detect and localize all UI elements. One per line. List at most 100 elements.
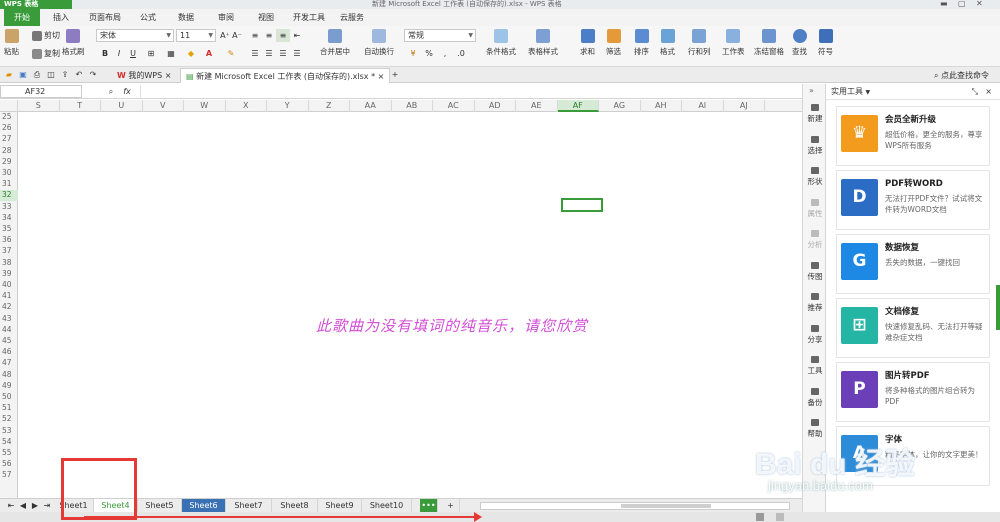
row-header-31[interactable]: 31 — [0, 179, 18, 189]
column-header-s[interactable]: S — [18, 100, 60, 112]
tab-page-layout[interactable]: 页面布局 — [84, 9, 126, 26]
column-header-af[interactable]: AF — [557, 100, 599, 112]
row-header-49[interactable]: 49 — [0, 381, 18, 391]
row-header-42[interactable]: 42 — [0, 302, 18, 312]
row-header-27[interactable]: 27 — [0, 134, 18, 144]
undo-icon[interactable]: ↶ — [72, 68, 86, 81]
find-command-link[interactable]: ⌕ 点此查找命令 — [934, 70, 989, 81]
underline-button[interactable]: U — [126, 47, 140, 60]
align-right-icon[interactable]: ☰ — [276, 47, 290, 60]
open-folder-icon[interactable]: ▰ — [2, 68, 16, 81]
conditional-format-button[interactable]: 条件格式 — [486, 29, 516, 57]
strip-item-1[interactable]: 选择 — [803, 135, 827, 156]
tab-home[interactable]: 开始 — [4, 9, 40, 26]
column-header-t[interactable]: T — [60, 100, 101, 112]
close-icon[interactable]: ✕ — [976, 0, 983, 9]
strip-item-6[interactable]: 推荐 — [803, 293, 827, 313]
column-header-z[interactable]: Z — [309, 100, 350, 112]
row-header-32[interactable]: 32 — [0, 190, 18, 201]
sheet-tab[interactable]: Sheet5 — [138, 499, 182, 513]
column-header-u[interactable]: U — [101, 100, 143, 112]
tab-my-wps[interactable]: W 我的WPS × — [112, 68, 176, 83]
row-header-44[interactable]: 44 — [0, 325, 18, 335]
row-header-33[interactable]: 33 — [0, 202, 18, 212]
select-all-corner[interactable] — [0, 100, 18, 112]
symbol-button[interactable]: 符号 — [818, 29, 833, 57]
strip-item-10[interactable]: 帮助 — [803, 419, 827, 439]
row-header-52[interactable]: 52 — [0, 414, 18, 424]
italic-button[interactable]: I — [112, 47, 126, 60]
merge-center-button[interactable]: 合并居中 — [320, 29, 350, 57]
row-header-53[interactable]: 53 — [0, 426, 18, 436]
tab-active-workbook[interactable]: ▤ 新建 Microsoft Excel 工作表 (自动保存的).xlsx * … — [180, 68, 391, 83]
print-icon[interactable]: ⎙ — [30, 68, 44, 81]
preview-icon[interactable]: ◫ — [44, 68, 58, 81]
tab-data[interactable]: 数据 — [172, 9, 200, 26]
tab-view[interactable]: 视图 — [252, 9, 280, 26]
scroll-thumb[interactable] — [621, 504, 711, 508]
tab-cloud[interactable]: 云服务 — [336, 9, 368, 26]
row-header-57[interactable]: 57 — [0, 470, 18, 480]
page-view-icon[interactable] — [776, 513, 784, 521]
sheet-tab[interactable]: Sheet6 — [182, 499, 226, 513]
column-header-aj[interactable]: AJ — [724, 100, 765, 112]
thousands-icon[interactable]: , — [438, 47, 452, 60]
align-top-icon[interactable]: ≡ — [248, 29, 262, 42]
normal-view-icon[interactable] — [756, 513, 764, 521]
find-button[interactable]: 查找 — [792, 29, 807, 57]
row-header-36[interactable]: 36 — [0, 235, 18, 245]
zoom-icon[interactable]: ⌕ — [104, 85, 118, 98]
row-header-47[interactable]: 47 — [0, 358, 18, 368]
column-header-ag[interactable]: AG — [599, 100, 641, 112]
strip-item-0[interactable]: 新建 — [803, 104, 827, 124]
format-painter-button[interactable]: 格式刷 — [62, 29, 85, 57]
strip-item-3[interactable]: 属性 — [803, 198, 827, 219]
align-bottom-icon[interactable]: ≡ — [276, 29, 290, 42]
save-icon[interactable]: ▣ — [16, 68, 30, 81]
column-header-ae[interactable]: AE — [516, 100, 558, 112]
column-header-ai[interactable]: AI — [682, 100, 724, 112]
tool-card[interactable]: ⊞ 文档修复 快速修复乱码、无法打开等疑难杂症文档 — [836, 298, 990, 358]
column-header-v[interactable]: V — [143, 100, 184, 112]
name-box[interactable]: AF32 — [0, 85, 82, 98]
rows-cols-button[interactable]: 行和列 — [688, 29, 711, 57]
paste-button[interactable]: 粘贴 — [4, 29, 19, 57]
row-header-56[interactable]: 56 — [0, 459, 18, 469]
row-header-55[interactable]: 55 — [0, 448, 18, 458]
strip-item-7[interactable]: 分享 — [803, 324, 827, 345]
minimize-icon[interactable]: ▬ — [940, 0, 948, 9]
strip-item-9[interactable]: 备份 — [803, 387, 827, 408]
strip-item-5[interactable]: 传图 — [803, 261, 827, 282]
column-header-ac[interactable]: AC — [433, 100, 475, 112]
tool-card[interactable]: D PDF转WORD 无法打开PDF文件？试试将文件转为WORD文档 — [836, 170, 990, 230]
row-header-25[interactable]: 25 — [0, 112, 18, 122]
font-size-select[interactable]: 11 ▼ — [176, 29, 216, 42]
shrink-font-icon[interactable]: A⁻ — [230, 29, 244, 42]
table-style-button[interactable]: 表格样式 — [528, 29, 558, 57]
sheet-tab[interactable]: Sheet10 — [362, 499, 412, 513]
row-header-41[interactable]: 41 — [0, 291, 18, 301]
row-header-29[interactable]: 29 — [0, 157, 18, 167]
tab-developer[interactable]: 开发工具 — [288, 9, 330, 26]
cell-grid[interactable] — [18, 112, 802, 498]
horizontal-scrollbar[interactable] — [480, 502, 790, 510]
column-header-w[interactable]: W — [184, 100, 226, 112]
sheet-tab[interactable]: Sheet8 — [272, 499, 318, 513]
row-header-50[interactable]: 50 — [0, 392, 18, 402]
sum-button[interactable]: 求和 — [580, 29, 595, 57]
close-icon[interactable]: × — [165, 71, 172, 80]
pin-icon[interactable]: ⤡ — [972, 84, 978, 100]
format-button[interactable]: 格式 — [660, 29, 675, 57]
align-left-icon[interactable]: ☰ — [248, 47, 262, 60]
sheet-tab[interactable]: Sheet9 — [318, 499, 362, 513]
column-header-x[interactable]: X — [226, 100, 267, 112]
row-header-38[interactable]: 38 — [0, 258, 18, 268]
new-tab-icon[interactable]: + — [388, 68, 402, 81]
justify-icon[interactable]: ☰ — [290, 47, 304, 60]
column-header-ah[interactable]: AH — [641, 100, 682, 112]
panel-title[interactable]: 实用工具 — [831, 87, 863, 96]
redo-icon[interactable]: ↷ — [86, 68, 100, 81]
font-color-button[interactable]: A — [202, 47, 216, 60]
clear-format-button[interactable]: ✎ — [224, 47, 238, 60]
strip-item-4[interactable]: 分析 — [803, 230, 827, 250]
